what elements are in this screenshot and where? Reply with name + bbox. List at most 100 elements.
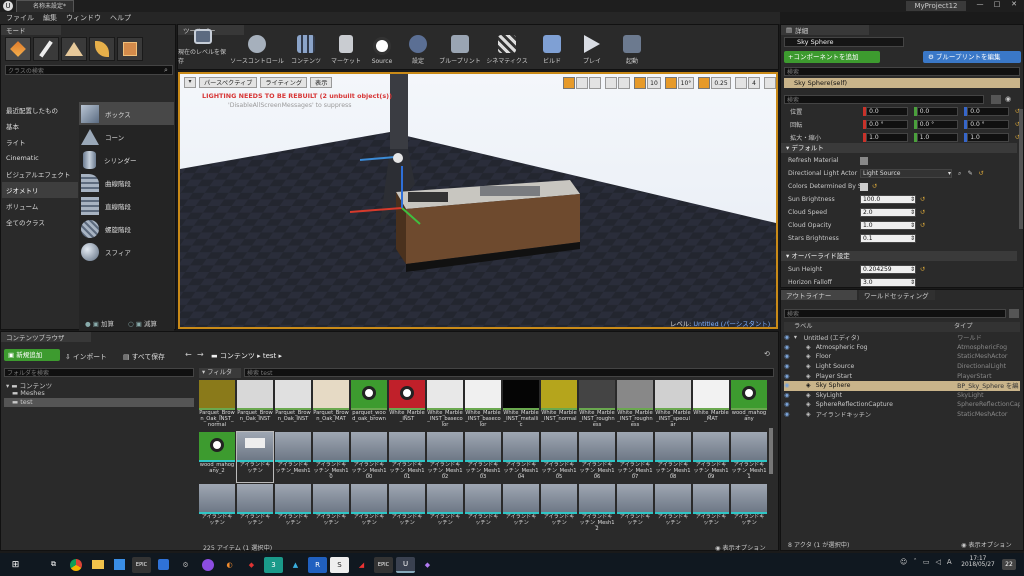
asset-tile[interactable]: アイランドキッチン [275,484,311,534]
chevron-up-icon[interactable]: ˆ [913,558,917,566]
asset-tile[interactable]: アイランドキッチン [731,484,767,534]
category-all-classes[interactable]: 全てのクラス [2,214,78,230]
asset-tile[interactable]: アイランドキッチン [693,484,729,534]
light-actor-dropdown[interactable]: Light Source ▾ [860,169,952,178]
asset-tile[interactable]: parquet_wood_oak_brown [351,380,387,430]
category-volumes[interactable]: ボリューム [2,198,78,214]
item-box[interactable]: ボックス [79,102,174,125]
asset-tile[interactable]: アイランドキッチン_Mesh101 [389,432,425,482]
column-type[interactable]: タイプ [954,322,973,332]
visibility-eye-icon[interactable]: ◉ [784,373,792,380]
people-icon[interactable]: ☺ [900,558,907,566]
additive-radio[interactable]: ● ▣ 加算 [85,318,114,328]
asset-scrollbar[interactable] [769,428,773,474]
category-cinematic[interactable]: Cinematic [2,150,78,166]
folder-search-input[interactable]: フォルダを検索 [4,368,194,377]
grid-snap-toggle[interactable] [634,77,646,89]
asset-tile[interactable]: アイランドキッチン [389,484,425,534]
asset-tile[interactable]: アイランドキッチン [541,484,577,534]
details-scrollbar[interactable] [1019,109,1023,229]
menu-help[interactable]: ヘルプ [110,13,131,23]
app-red-icon[interactable]: ◢ [352,557,371,573]
asset-tile[interactable]: アイランドキッチン [351,484,387,534]
asset-tile[interactable]: アイランドキッチン_Mesh104 [503,432,539,482]
rotation-snap-toggle[interactable] [665,77,677,89]
outliner-tab[interactable]: アウトライナー [781,290,857,300]
unreal-editor-icon[interactable]: U [396,556,415,573]
visibility-eye-icon[interactable]: ◉ [784,353,792,360]
settings-button[interactable]: 設定 [398,29,438,67]
item-sphere[interactable]: スフィア [79,240,174,263]
asset-tile[interactable]: アイランドキッチン [617,484,653,534]
rotation-snap-value[interactable]: 10° [678,77,694,89]
asset-tile[interactable]: Parquet_Brown_Oak_INST_normal [199,380,235,430]
transform-z-input[interactable]: 1.0 [967,133,1009,142]
numeric-input[interactable]: 100.0 ⇕ [860,195,916,204]
category-geometry[interactable]: ジオメトリ [2,182,78,198]
self-component-item[interactable]: Sky Sphere(self) [784,78,1020,88]
property-search-input[interactable]: 検索 [784,95,984,104]
reset-arrow-icon[interactable]: ↺ [872,183,877,190]
play-button[interactable]: プレイ [572,29,612,67]
ime-icon[interactable]: A [947,558,952,566]
asset-tile[interactable]: アイランドキッチン_Mesh108 [655,432,691,482]
outliner-row[interactable]: ◉ ◈ Sky Sphere BP_Sky_Sphere を編 [784,380,1020,391]
tree-root[interactable]: ▾ ▬ コンテンツ [4,380,194,390]
column-label[interactable]: ラベル [784,322,954,332]
asset-tile[interactable]: アイランドキッチン_Mesh106 [579,432,615,482]
asset-tile[interactable]: アイランドキッチン_Mesh107 [617,432,653,482]
windows-start-icon[interactable]: ⊞ [6,557,25,573]
asset-tile[interactable]: White_Marble_INST_metallic [503,380,539,430]
outliner-row[interactable]: ◉ ◈ SphereReflectionCapture SphereReflectio… [784,400,1020,410]
build-button[interactable]: ビルド [532,29,572,67]
asset-tile[interactable]: White_Marble_INST_specular [655,380,691,430]
place-mode-button[interactable] [5,37,31,61]
back-arrow-icon[interactable]: ← [185,350,192,359]
details-actor-name[interactable]: Sky Sphere [784,37,904,47]
transform-z-input[interactable]: 0.0 [967,107,1009,116]
blender-icon[interactable]: ◐ [220,557,239,573]
transform-y-input[interactable]: 0.0 [916,107,959,116]
reset-arrow-icon[interactable]: ↺ [920,196,925,203]
menu-edit[interactable]: 編集 [43,13,57,23]
forward-arrow-icon[interactable]: → [197,350,204,359]
close-button[interactable]: ✕ [1006,0,1022,11]
asset-tile[interactable]: アイランドキッチン_Mesh109 [693,432,729,482]
visibility-eye-icon[interactable]: ◉ [784,401,792,408]
autodesk-icon[interactable]: ▲ [286,557,305,573]
numeric-input[interactable]: 0.1 ⇕ [860,234,916,243]
visibility-eye-icon[interactable]: ◉ [784,392,792,399]
transform-x-input[interactable]: 0.0 ° [866,120,908,129]
network-icon[interactable]: ▭ [923,558,930,566]
sketchup-icon[interactable]: ◆ [242,557,261,573]
visibility-eye-icon[interactable]: ◉ [784,344,792,351]
category-basic[interactable]: 基本 [2,118,78,134]
browse-icon[interactable]: ⌕ [958,170,961,178]
visibility-eye-icon[interactable]: ◉ [784,334,792,341]
asset-tile[interactable]: アイランドキッチン_Mesh10 [313,432,349,482]
world-settings-tab[interactable]: ワールドセッティング [859,290,935,300]
viewport[interactable]: ▾ パースペクティブ ライティング 表示 LIGHTING NEEDS TO B… [178,72,778,329]
visibility-eye-icon[interactable]: ◉ [784,382,792,389]
asset-tile[interactable]: アイランドキッチン [503,484,539,534]
asset-tile[interactable]: アイランドキッチン [465,484,501,534]
notification-badge[interactable]: 22 [1002,559,1016,570]
camera-speed-icon[interactable] [735,77,747,89]
modes-tab[interactable]: モード [1,25,61,35]
app-3-icon[interactable]: 3 [264,556,283,573]
reset-arrow-icon[interactable]: ↺ [920,222,925,229]
menu-window[interactable]: ウィンドウ [66,13,101,23]
asset-tile[interactable]: アイランドキッチン_Mesh105 [541,432,577,482]
asset-tile[interactable]: Parquet_Brown_Oak_INST [275,380,311,430]
class-search-input[interactable]: クラスの検索 [5,65,173,75]
visibility-eye-icon[interactable]: ◉ [784,411,792,418]
chrome-icon[interactable] [66,557,85,573]
epic-games-icon[interactable]: EPIC [374,556,393,573]
content-browser-tab[interactable]: コンテンツブラウザ [1,332,91,342]
maximize-button[interactable]: □ [989,0,1005,11]
outliner-row[interactable]: ◉ ◈ SkyLight SkyLight [784,391,1020,401]
picker-icon[interactable]: ✎ [967,170,972,177]
grid-snap-value[interactable]: 10 [647,77,661,89]
world-local-toggle[interactable] [605,77,617,89]
add-new-button[interactable]: ▣ 新規追加 [4,349,60,361]
